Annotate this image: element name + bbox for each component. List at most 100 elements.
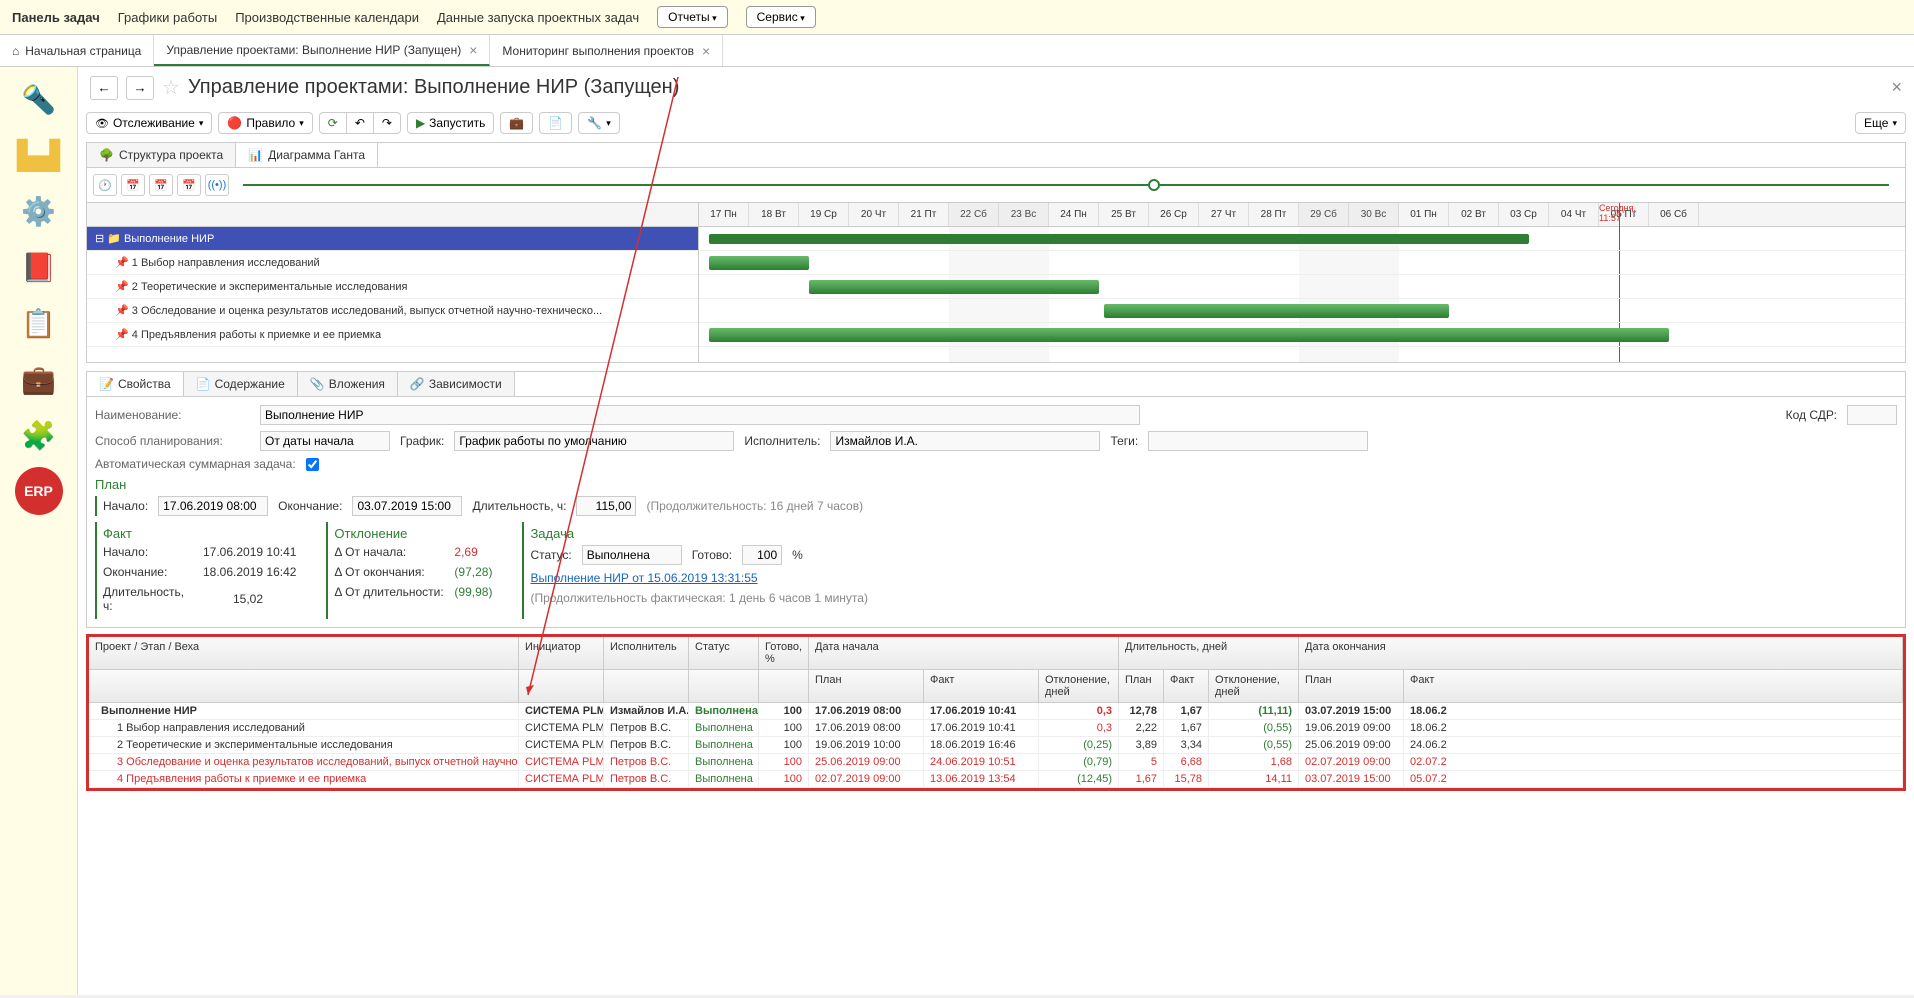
gantt-day-header: 02 Вт xyxy=(1449,203,1499,226)
close-icon[interactable]: × xyxy=(469,42,477,58)
zoom-slider[interactable] xyxy=(243,184,1889,186)
table-row[interactable]: Выполнение НИРСИСТЕМА PLMИзмайлов И.А.Вы… xyxy=(89,703,1903,720)
nav-calendars[interactable]: Производственные календари xyxy=(235,10,419,25)
gantt-signal-icon[interactable]: ((•)) xyxy=(205,174,229,196)
gantt-task-row[interactable]: 📌 1 Выбор направления исследований xyxy=(87,251,698,275)
service-dropdown[interactable]: Сервис xyxy=(746,6,816,28)
col-start[interactable]: Дата начала xyxy=(809,637,1119,669)
auto-summary-checkbox[interactable] xyxy=(306,458,319,471)
col-ready[interactable]: Готово, % xyxy=(759,637,809,669)
sdr-input[interactable] xyxy=(1847,405,1897,425)
gantt-task-row[interactable]: 📌 3 Обследование и оценка результатов ис… xyxy=(87,299,698,323)
tab-content[interactable]: 📄 Содержание xyxy=(184,372,298,396)
nav-schedules[interactable]: Графики работы xyxy=(118,10,217,25)
nav-panel-tasks[interactable]: Панель задач xyxy=(12,10,100,25)
home-icon: ⌂ xyxy=(12,44,19,58)
home-tab[interactable]: ⌂ Начальная страница xyxy=(0,35,154,66)
tools-dropdown[interactable]: 🔧 xyxy=(578,112,619,134)
gantt-day-header: 18 Вт xyxy=(749,203,799,226)
table-row[interactable]: 3 Обследование и оценка результатов иссл… xyxy=(89,754,1903,771)
gantt-day-header: 01 Пн xyxy=(1399,203,1449,226)
tab-label: Управление проектами: Выполнение НИР (За… xyxy=(166,43,461,57)
fact-start-label: Начало: xyxy=(103,545,193,559)
gantt-task-row[interactable]: 📌 4 Предъявления работы к приемке и ее п… xyxy=(87,323,698,347)
briefcase-button[interactable]: 💼 xyxy=(500,112,533,134)
more-dropdown[interactable]: Еще xyxy=(1855,112,1906,134)
ready-input[interactable] xyxy=(742,545,782,565)
nav-launch-data[interactable]: Данные запуска проектных задач xyxy=(437,10,639,25)
tracking-dropdown[interactable]: Отслеживание xyxy=(86,112,212,134)
sidebar-checklist-icon[interactable]: 📋 xyxy=(15,299,63,347)
fact-end-label: Окончание: xyxy=(103,565,193,579)
executor-label: Исполнитель: xyxy=(744,434,820,448)
refresh-button[interactable]: ⟳ xyxy=(319,112,347,134)
tags-input[interactable] xyxy=(1148,431,1368,451)
table-row[interactable]: 2 Теоретические и экспериментальные иссл… xyxy=(89,737,1903,754)
sidebar-puzzle-icon[interactable]: 🧩 xyxy=(15,411,63,459)
tab-structure[interactable]: 🌳 Структура проекта xyxy=(87,143,236,167)
name-input[interactable] xyxy=(260,405,1140,425)
col-status[interactable]: Статус xyxy=(689,637,759,669)
tab-project-management[interactable]: Управление проектами: Выполнение НИР (За… xyxy=(154,35,490,66)
sidebar-books-icon[interactable]: 📕 xyxy=(15,243,63,291)
tab-properties[interactable]: 📝 Свойства xyxy=(87,372,184,396)
col-end[interactable]: Дата окончания xyxy=(1299,637,1903,669)
fact-end-value: 18.06.2019 16:42 xyxy=(203,565,296,579)
dev-start-label: Δ От начала: xyxy=(334,545,444,559)
tab-gantt[interactable]: 📊 Диаграмма Ганта xyxy=(236,143,378,167)
fact-dur-label: Длительность, ч: xyxy=(103,585,193,613)
gantt-task-row[interactable]: ⊟ 📁 Выполнение НИР xyxy=(87,227,698,251)
plan-duration-input[interactable] xyxy=(576,496,636,516)
favorite-star-icon[interactable]: ☆ xyxy=(162,75,180,100)
gantt-day-header: 27 Чт xyxy=(1199,203,1249,226)
col-project[interactable]: Проект / Этап / Веха xyxy=(89,637,519,669)
plan-method-input[interactable] xyxy=(260,431,390,451)
task-link[interactable]: Выполнение НИР от 15.06.2019 13:31:55 xyxy=(530,571,757,585)
tab-dependencies[interactable]: 🔗 Зависимости xyxy=(398,372,515,396)
sidebar: 🔦 ▙▟ ⚙️ 📕 📋 💼 🧩 ERP xyxy=(0,67,78,995)
col-dur[interactable]: Длительность, дней xyxy=(1119,637,1299,669)
plan-end-input[interactable] xyxy=(352,496,462,516)
name-label: Наименование: xyxy=(95,408,250,422)
table-row[interactable]: 4 Предъявления работы к приемке и ее при… xyxy=(89,771,1903,788)
gantt-cal1-icon[interactable]: 📅 xyxy=(121,174,145,196)
undo-button[interactable]: ↶ xyxy=(346,112,374,134)
sidebar-desk-icon[interactable]: 🔦 xyxy=(15,75,63,123)
sidebar-erp-icon[interactable]: ERP xyxy=(15,467,63,515)
home-tab-label: Начальная страница xyxy=(25,44,141,58)
gantt-task-row[interactable]: 📌 2 Теоретические и экспериментальные ис… xyxy=(87,275,698,299)
sidebar-gears-icon[interactable]: ⚙️ xyxy=(15,187,63,235)
sidebar-blocks-icon[interactable]: ▙▟ xyxy=(15,131,63,179)
close-icon[interactable]: × xyxy=(702,43,710,59)
main-toolbar: Отслеживание 🔴 Правило ⟳ ↶ ↷ Запустить 💼… xyxy=(86,108,1906,142)
executor-input[interactable] xyxy=(830,431,1100,451)
gantt-cal3-icon[interactable]: 📅 xyxy=(177,174,201,196)
reports-dropdown[interactable]: Отчеты xyxy=(657,6,728,28)
back-button[interactable]: ← xyxy=(90,76,118,100)
gantt-day-header: 25 Вт xyxy=(1099,203,1149,226)
fact-start-value: 17.06.2019 10:41 xyxy=(203,545,296,559)
run-button[interactable]: Запустить xyxy=(407,112,494,134)
plan-start-input[interactable] xyxy=(158,496,268,516)
redo-button[interactable]: ↷ xyxy=(373,112,401,134)
status-label: Статус: xyxy=(530,548,571,562)
gantt-toolbar: 🕐 📅 📅 📅 ((•)) xyxy=(86,168,1906,203)
gantt-cal2-icon[interactable]: 📅 xyxy=(149,174,173,196)
gantt-day-header: 21 Пт xyxy=(899,203,949,226)
status-input[interactable] xyxy=(582,545,682,565)
tab-attachments[interactable]: 📎 Вложения xyxy=(298,372,398,396)
copy-button[interactable]: 📄 xyxy=(539,112,572,134)
table-row[interactable]: 1 Выбор направления исследованийСИСТЕМА … xyxy=(89,720,1903,737)
schedule-input[interactable] xyxy=(454,431,734,451)
col-executor[interactable]: Исполнитель xyxy=(604,637,689,669)
forward-button[interactable]: → xyxy=(126,76,154,100)
gantt-timeline[interactable]: Сегодня, 11:57 17 Пн18 Вт19 Ср20 Чт21 Пт… xyxy=(699,203,1905,362)
page-header: ← → ☆ Управление проектами: Выполнение Н… xyxy=(86,67,1906,108)
gantt-clock-icon[interactable]: 🕐 xyxy=(93,174,117,196)
gantt-chart: ⊟ 📁 Выполнение НИР 📌 1 Выбор направления… xyxy=(86,203,1906,363)
sidebar-briefcase-icon[interactable]: 💼 xyxy=(15,355,63,403)
col-initiator[interactable]: Инициатор xyxy=(519,637,604,669)
rule-dropdown[interactable]: 🔴 Правило xyxy=(218,112,312,134)
tab-monitoring[interactable]: Мониторинг выполнения проектов × xyxy=(490,35,723,66)
close-page-button[interactable]: × xyxy=(1891,77,1902,98)
